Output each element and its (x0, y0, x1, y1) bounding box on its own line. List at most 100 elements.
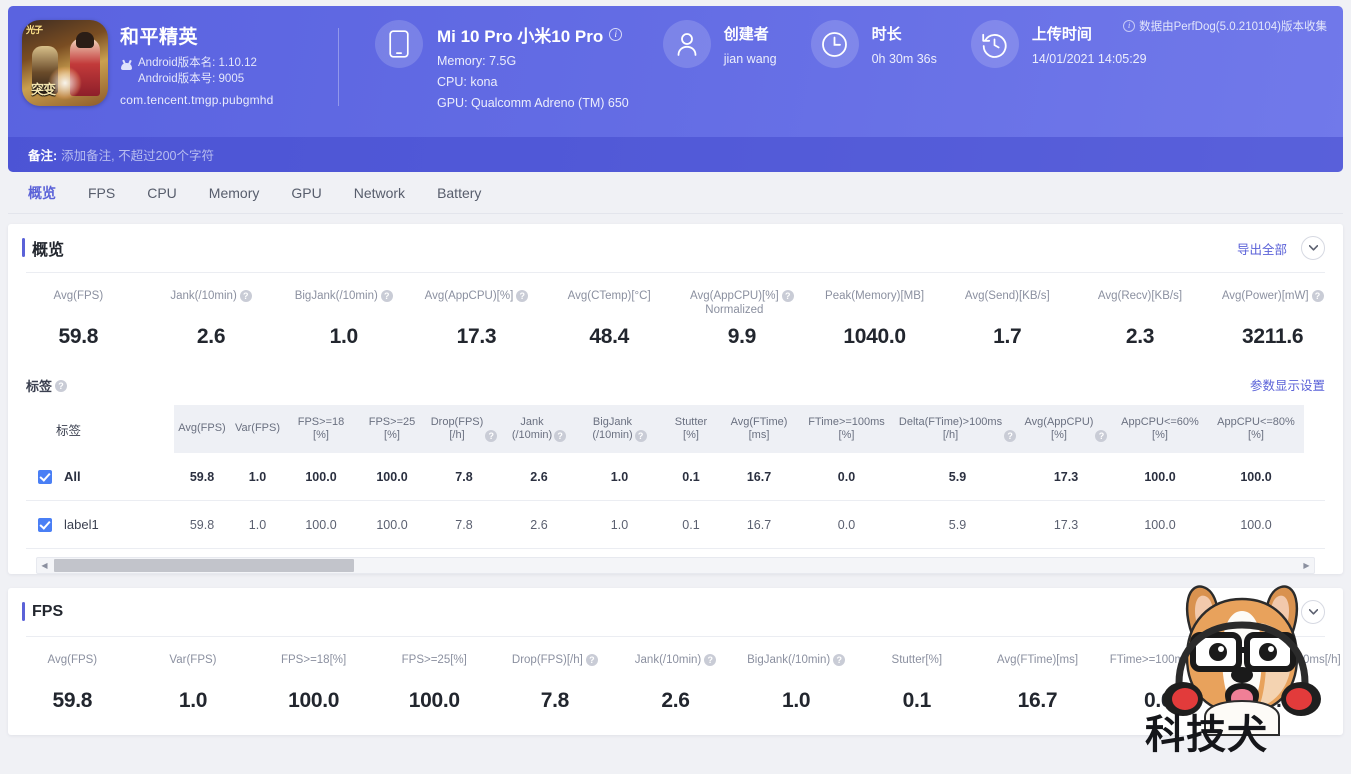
fps-metric-label-text: FTime>=100ms[%] (1109, 654, 1207, 666)
label-table-column-header: Avg(AppCPU) [%]? (1020, 405, 1112, 453)
tab-gpu[interactable]: GPU (275, 172, 337, 214)
help-icon[interactable]: ? (1311, 290, 1324, 302)
row-checkbox[interactable] (38, 517, 52, 532)
table-cell: 2.6 (530, 469, 548, 484)
overview-metric: Avg(FPS) 59.8 (12, 289, 145, 349)
fps-card: FPS Avg(FPS) 59.8 Var(FPS) 1.0 FPS>=18[%] 100… (8, 588, 1343, 735)
label-section: 标签 ? 参数显示设置 标签 All label1 Avg(FPS) Var(FPS… (8, 371, 1343, 574)
overview-metric: Jank(/10min)? 2.6 (145, 289, 278, 349)
upload-time-block: 上传时间 14/01/2021 14:05:29 (937, 20, 1147, 68)
column-header-text: Avg(AppCPU) [%] (1024, 415, 1094, 442)
info-icon[interactable]: i (609, 28, 623, 41)
hscrollbar-track[interactable] (52, 559, 1299, 572)
column-header-text: Stutter [%] (674, 415, 708, 442)
label-table-scroll-area[interactable]: Avg(FPS) Var(FPS) FPS>=18 [%] FPS>=25 [%] Dr… (174, 405, 1325, 549)
overview-metric: Avg(CTemp)[°C] 48.4 (543, 289, 676, 349)
overview-metric-label: Avg(FPS) (14, 289, 143, 317)
help-icon[interactable]: ? (1095, 429, 1108, 442)
column-header-text: FTime>=100ms [%] (808, 415, 885, 442)
note-input-placeholder[interactable]: 添加备注, 不超过200个字符 (61, 145, 214, 164)
help-icon[interactable]: ? (239, 290, 252, 302)
help-icon[interactable]: ? (380, 290, 393, 302)
overview-metric-label-text: Avg(CTemp)[°C] (567, 290, 651, 302)
tab-cpu[interactable]: CPU (131, 172, 193, 214)
tab-overview[interactable]: 概览 (24, 172, 72, 214)
android-icon (120, 59, 133, 72)
tab-fps[interactable]: FPS (72, 172, 131, 214)
overview-metric-value: 3211.6 (1242, 325, 1304, 348)
fps-metric-label-text: Drop(FPS)[/h] (511, 654, 583, 666)
fps-metric-value: 100.0 (408, 689, 460, 712)
table-cell: 100.0 (305, 517, 337, 532)
fps-metric-label-text: FPS>=18[%] (280, 654, 347, 666)
table-cell: 5.9 (948, 517, 967, 532)
perfdog-version-note: i 数据由PerfDog(5.0.210104)版本收集 (1123, 18, 1327, 34)
fps-metric-label: BigJank(/10min)? (738, 653, 855, 681)
fps-metric-label: Stutter[%] (858, 653, 975, 681)
table-cell: 16.7 (746, 517, 772, 532)
help-icon[interactable]: ? (585, 654, 598, 666)
note-bar[interactable]: 备注: 添加备注, 不超过200个字符 (8, 137, 1343, 172)
overview-metric-value: 2.6 (196, 325, 226, 348)
tab-network[interactable]: Network (338, 172, 421, 214)
creator-title: 创建者 (723, 26, 769, 43)
row-checkbox[interactable] (38, 469, 52, 484)
overview-metric-label: Avg(CTemp)[°C] (545, 289, 674, 317)
help-icon[interactable]: ? (634, 429, 647, 442)
table-cell: 7.8 (455, 517, 473, 532)
creator-value: jian wang (723, 52, 777, 66)
overview-metric-label-text: Jank(/10min) (170, 290, 237, 302)
table-cell: 100.0 (1240, 469, 1272, 484)
device-name-row: Mi 10 Pro 小米10 Pro i (437, 22, 629, 47)
label-help-icon[interactable]: ? (55, 379, 68, 392)
tab-memory[interactable]: Memory (193, 172, 276, 214)
table-cell: 2.6 (530, 517, 548, 532)
fps-collapse-button[interactable] (1301, 600, 1325, 624)
device-info-block: Mi 10 Pro 小米10 Pro i Memory: 7.5G CPU: k… (339, 20, 629, 110)
fps-metric-label: Delta(FTime)>100ms[/h] (1217, 653, 1341, 681)
label-table-column-header: Delta(FTime)>100ms [/h]? (895, 405, 1020, 453)
overview-metric-label: Avg(AppCPU)[%]? (412, 289, 541, 317)
help-icon[interactable]: ? (781, 290, 794, 302)
help-icon[interactable]: ? (704, 654, 717, 666)
table-cell: 7.8 (455, 469, 473, 484)
help-icon[interactable]: ? (833, 654, 846, 666)
label-table-hscrollbar[interactable]: ◀ ▶ (36, 557, 1315, 574)
overview-metrics-strip: Avg(FPS) 59.8 Jank(/10min)? 2.6 BigJank(/10m… (8, 273, 1343, 371)
label-table-fixed-column: 标签 All label1 (26, 405, 174, 549)
help-icon[interactable]: ? (1004, 429, 1017, 442)
note-label: 备注: (28, 149, 58, 163)
overview-metric: Avg(AppCPU)[%]? 17.3 (410, 289, 543, 349)
help-icon[interactable]: ? (516, 290, 529, 302)
column-header-text: Jank (/10min) (511, 415, 553, 442)
overview-metric-label-text: Avg(Send)[KB/s] (964, 290, 1050, 302)
overview-metric: BigJank(/10min)? 1.0 (277, 289, 410, 349)
export-all-link[interactable]: 导出全部 (1237, 239, 1287, 258)
info-small-icon: i (1123, 20, 1136, 32)
param-display-settings-link[interactable]: 参数显示设置 (1250, 379, 1325, 393)
fps-metric-label: Drop(FPS)[/h]? (497, 653, 614, 681)
device-gpu: GPU: Qualcomm Adreno (TM) 650 (437, 96, 629, 110)
chevron-left-icon[interactable]: ◀ (37, 561, 52, 570)
overview-metric-label: Peak(Memory)[MB] (810, 289, 939, 317)
table-row: 59.8 1.0 100.0 100.0 7.8 2.6 1.0 0.1 16.7 0.0 5.9 1… (174, 453, 1325, 501)
fps-metrics-strip: Avg(FPS) 59.8 Var(FPS) 1.0 FPS>=18[%] 100.0 FP… (8, 637, 1343, 735)
phone-icon (375, 20, 423, 68)
fps-metric: FPS>=18[%] 100.0 (253, 653, 374, 713)
help-icon[interactable]: ? (485, 429, 498, 442)
fps-metric-value: 2.6 (661, 689, 690, 712)
device-name: Mi 10 Pro 小米10 Pro (437, 27, 604, 46)
overview-collapse-button[interactable] (1301, 236, 1325, 260)
fps-metric-value: 16.7 (1017, 689, 1058, 712)
overview-metric: Peak(Memory)[MB] 1040.0 (808, 289, 941, 349)
fps-metric-label-text: Jank(/10min) (634, 654, 702, 666)
fps-metric: Stutter[%] 0.1 (856, 653, 977, 713)
chevron-right-icon[interactable]: ▶ (1299, 561, 1314, 570)
hscrollbar-thumb[interactable] (54, 559, 354, 572)
table-cell: 0.1 (682, 469, 700, 484)
overview-metric-label-text: Avg(Recv)[KB/s] (1097, 290, 1183, 302)
help-icon[interactable]: ? (554, 429, 567, 442)
tab-battery[interactable]: Battery (421, 172, 497, 214)
overview-metric-label-text: Avg(FPS) (53, 290, 104, 302)
overview-metric-label: Avg(Send)[KB/s] (943, 289, 1072, 317)
